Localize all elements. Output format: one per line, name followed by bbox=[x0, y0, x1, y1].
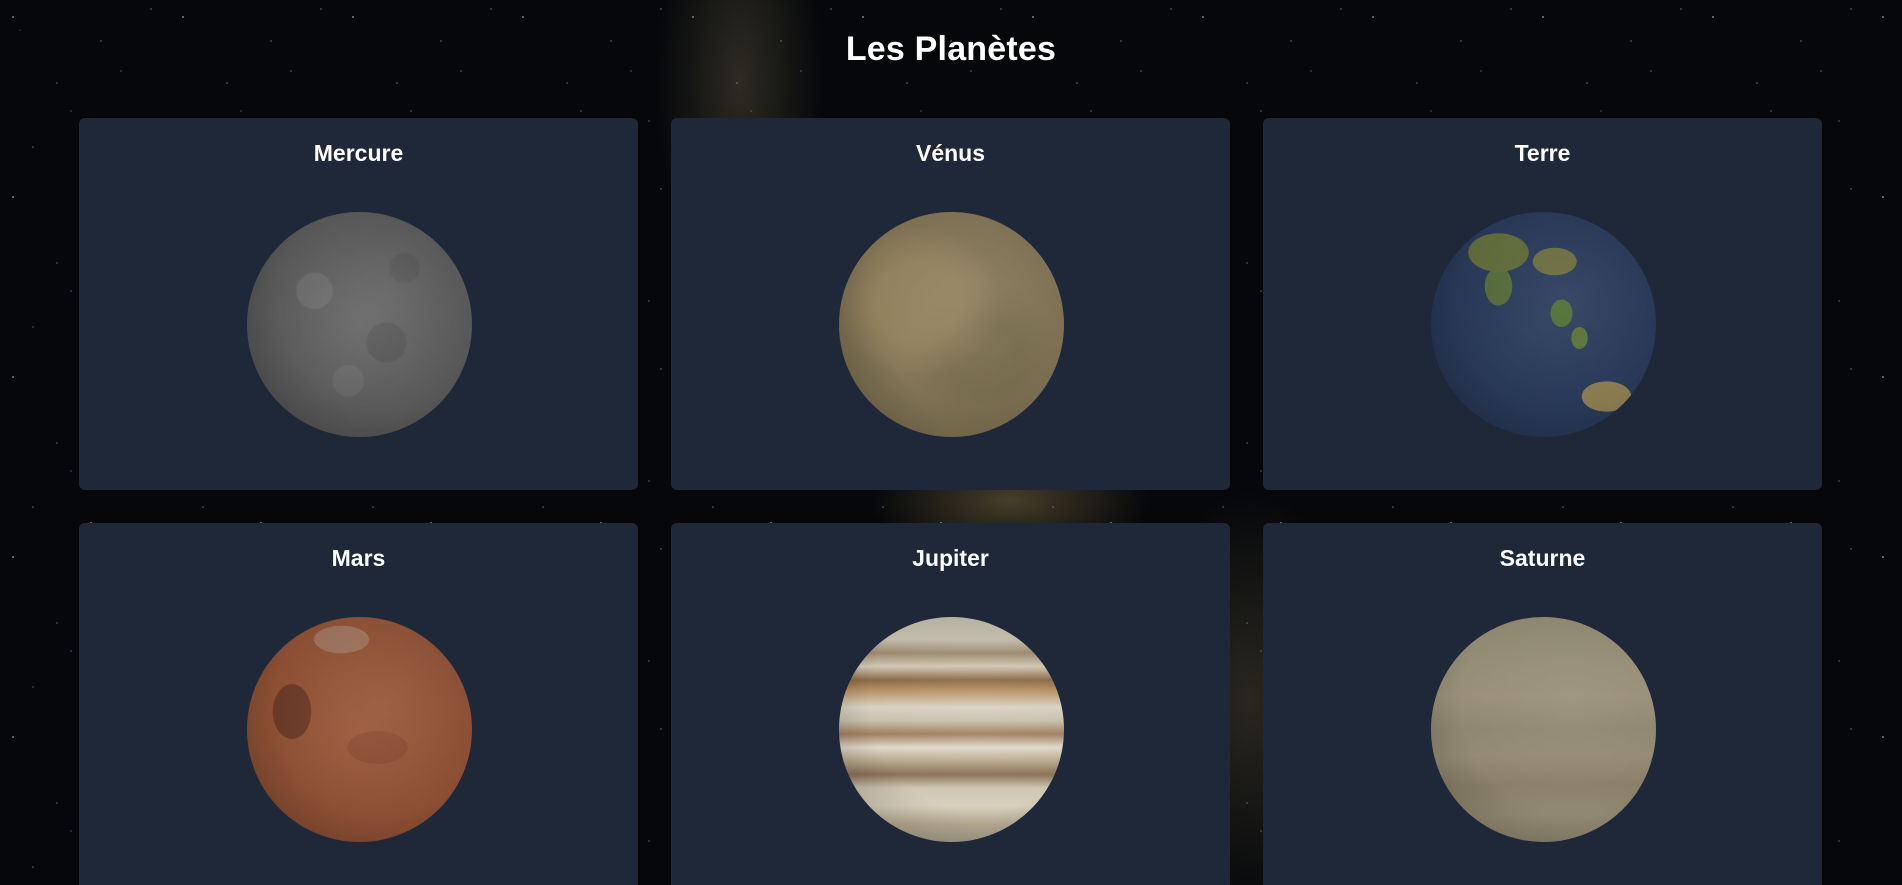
mercury-sphere[interactable] bbox=[247, 212, 472, 437]
planet-card-title: Vénus bbox=[915, 140, 986, 166]
planet-card-title: Terre bbox=[1514, 140, 1571, 166]
planet-grid: Mercure Vénus Terre Mars Jupiter Saturne bbox=[79, 118, 1823, 885]
planet-card-jupiter[interactable]: Jupiter bbox=[671, 523, 1230, 885]
planet-card-saturne[interactable]: Saturne bbox=[1263, 523, 1822, 885]
jupiter-sphere[interactable] bbox=[839, 617, 1064, 842]
planet-card-title: Mars bbox=[331, 545, 386, 571]
planet-card-mars[interactable]: Mars bbox=[79, 523, 638, 885]
page-title: Les Planètes bbox=[845, 30, 1057, 68]
venus-sphere[interactable] bbox=[839, 212, 1064, 437]
earth-sphere[interactable] bbox=[1431, 212, 1656, 437]
mars-sphere[interactable] bbox=[247, 617, 472, 842]
saturn-sphere[interactable] bbox=[1431, 617, 1656, 842]
planet-card-title: Mercure bbox=[313, 140, 404, 166]
planet-card-title: Jupiter bbox=[912, 545, 989, 571]
planet-card-terre[interactable]: Terre bbox=[1263, 118, 1822, 490]
planet-card-mercure[interactable]: Mercure bbox=[79, 118, 638, 490]
planet-card-venus[interactable]: Vénus bbox=[671, 118, 1230, 490]
planet-card-title: Saturne bbox=[1499, 545, 1586, 571]
